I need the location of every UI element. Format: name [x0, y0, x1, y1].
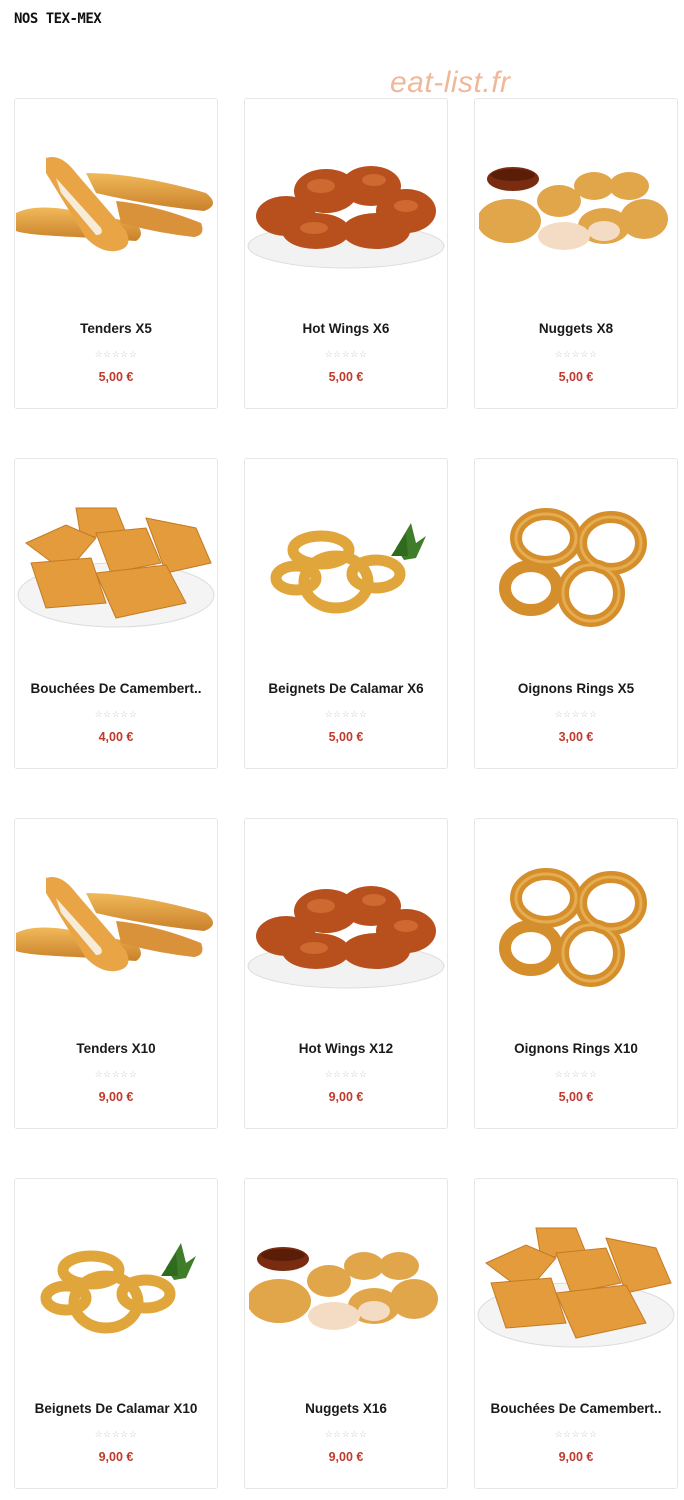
rating-stars-icon: ☆☆☆☆☆ — [94, 349, 138, 359]
product-card[interactable]: Oignons Rings X5 ☆☆☆☆☆ 3,00 € — [474, 458, 678, 769]
product-name[interactable]: Nuggets X8 — [481, 321, 671, 336]
product-card[interactable]: Hot Wings X12 ☆☆☆☆☆ 9,00 € — [244, 818, 448, 1129]
product-price: 5,00 € — [98, 370, 134, 384]
product-card[interactable]: Oignons Rings X10 ☆☆☆☆☆ 5,00 € — [474, 818, 678, 1129]
tenders-image[interactable] — [15, 853, 217, 1003]
rating-stars-icon: ☆☆☆☆☆ — [554, 1429, 598, 1439]
product-name[interactable]: Bouchées De Camembert.. — [21, 681, 211, 696]
page-title: NOS TEX-MEX — [14, 11, 102, 27]
product-price: 3,00 € — [558, 730, 594, 744]
hot-wings-image[interactable] — [245, 853, 447, 1003]
product-name[interactable]: Beignets De Calamar X10 — [21, 1401, 211, 1416]
product-card[interactable]: Nuggets X8 ☆☆☆☆☆ 5,00 € — [474, 98, 678, 409]
product-price: 5,00 € — [558, 1090, 594, 1104]
rating-stars-icon: ☆☆☆☆☆ — [94, 1429, 138, 1439]
product-price: 5,00 € — [328, 730, 364, 744]
calamar-image[interactable] — [245, 493, 447, 643]
rating-stars-icon: ☆☆☆☆☆ — [94, 709, 138, 719]
onion-rings-image[interactable] — [475, 853, 677, 1003]
product-price: 9,00 € — [558, 1450, 594, 1464]
product-name[interactable]: Oignons Rings X5 — [481, 681, 671, 696]
product-card[interactable]: Hot Wings X6 ☆☆☆☆☆ 5,00 € — [244, 98, 448, 409]
product-price: 9,00 € — [98, 1450, 134, 1464]
rating-stars-icon: ☆☆☆☆☆ — [94, 1069, 138, 1079]
onion-rings-image[interactable] — [475, 493, 677, 643]
product-price: 9,00 € — [328, 1450, 364, 1464]
product-card[interactable]: Tenders X5 ☆☆☆☆☆ 5,00 € — [14, 98, 218, 409]
product-price: 4,00 € — [98, 730, 134, 744]
rating-stars-icon: ☆☆☆☆☆ — [324, 1069, 368, 1079]
product-name[interactable]: Tenders X5 — [21, 321, 211, 336]
product-name[interactable]: Beignets De Calamar X6 — [251, 681, 441, 696]
rating-stars-icon: ☆☆☆☆☆ — [324, 1429, 368, 1439]
product-price: 9,00 € — [328, 1090, 364, 1104]
product-card[interactable]: Tenders X10 ☆☆☆☆☆ 9,00 € — [14, 818, 218, 1129]
nuggets-image[interactable] — [475, 133, 677, 283]
product-price: 5,00 € — [328, 370, 364, 384]
product-price: 9,00 € — [98, 1090, 134, 1104]
product-price: 5,00 € — [558, 370, 594, 384]
rating-stars-icon: ☆☆☆☆☆ — [554, 349, 598, 359]
camembert-image[interactable] — [475, 1213, 677, 1363]
watermark: eat-list.fr — [390, 66, 511, 99]
product-name[interactable]: Oignons Rings X10 — [481, 1041, 671, 1056]
rating-stars-icon: ☆☆☆☆☆ — [324, 349, 368, 359]
product-card[interactable]: Beignets De Calamar X6 ☆☆☆☆☆ 5,00 € — [244, 458, 448, 769]
product-name[interactable]: Hot Wings X12 — [251, 1041, 441, 1056]
product-card[interactable]: Nuggets X16 ☆☆☆☆☆ 9,00 € — [244, 1178, 448, 1489]
product-name[interactable]: Hot Wings X6 — [251, 321, 441, 336]
product-card[interactable]: Bouchées De Camembert.. ☆☆☆☆☆ 4,00 € — [14, 458, 218, 769]
product-card[interactable]: Bouchées De Camembert.. ☆☆☆☆☆ 9,00 € — [474, 1178, 678, 1489]
product-name[interactable]: Nuggets X16 — [251, 1401, 441, 1416]
hot-wings-image[interactable] — [245, 133, 447, 283]
product-card[interactable]: Beignets De Calamar X10 ☆☆☆☆☆ 9,00 € — [14, 1178, 218, 1489]
tenders-image[interactable] — [15, 133, 217, 283]
product-name[interactable]: Bouchées De Camembert.. — [481, 1401, 671, 1416]
camembert-image[interactable] — [15, 493, 217, 643]
rating-stars-icon: ☆☆☆☆☆ — [324, 709, 368, 719]
rating-stars-icon: ☆☆☆☆☆ — [554, 1069, 598, 1079]
calamar-image[interactable] — [15, 1213, 217, 1363]
rating-stars-icon: ☆☆☆☆☆ — [554, 709, 598, 719]
product-name[interactable]: Tenders X10 — [21, 1041, 211, 1056]
nuggets-image[interactable] — [245, 1213, 447, 1363]
